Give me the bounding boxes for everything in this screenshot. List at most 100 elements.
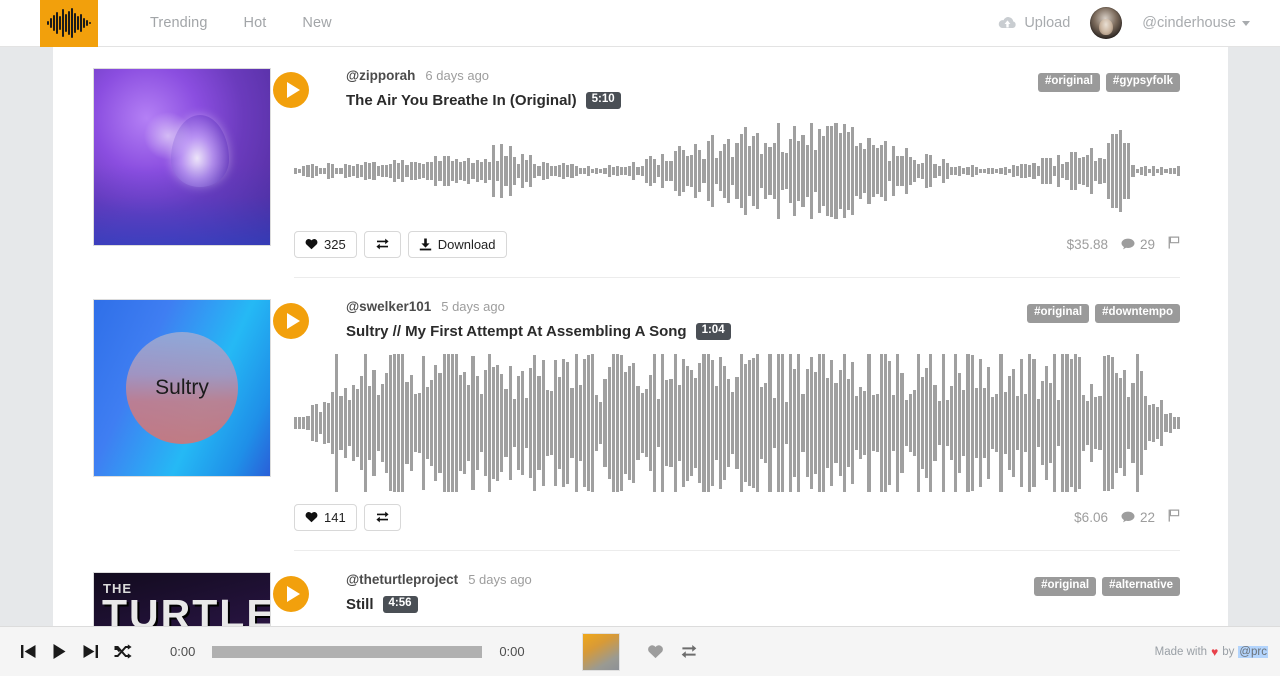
waveform-bar bbox=[409, 162, 413, 180]
waveform-bar bbox=[731, 156, 735, 186]
tag[interactable]: #alternative bbox=[1102, 577, 1180, 596]
waveform-bar bbox=[842, 123, 846, 219]
tag[interactable]: #gypsyfolk bbox=[1105, 73, 1180, 92]
flag-button[interactable] bbox=[1168, 236, 1180, 252]
waveform-bar bbox=[694, 377, 698, 469]
waveform-bar bbox=[566, 362, 570, 484]
repost-button[interactable] bbox=[363, 503, 401, 531]
waveform-bar bbox=[1102, 158, 1106, 184]
waveform-bar bbox=[747, 360, 751, 486]
track-title[interactable]: The Air You Breathe In (Original) bbox=[346, 92, 577, 109]
waveform-bar bbox=[454, 354, 458, 492]
track-artist[interactable]: @theturtleproject bbox=[346, 572, 458, 587]
nav-link-hot[interactable]: Hot bbox=[244, 15, 267, 31]
play-button[interactable] bbox=[273, 303, 309, 339]
track-feed: @zipporah 6 days ago The Air You Breathe… bbox=[53, 47, 1228, 626]
waveform-bar bbox=[636, 386, 640, 460]
waveform-bar bbox=[978, 168, 982, 174]
waveform-bar bbox=[822, 354, 826, 492]
waveform-bar bbox=[859, 386, 863, 460]
waveform-bar bbox=[615, 166, 619, 176]
flag-button[interactable] bbox=[1168, 509, 1180, 525]
avatar[interactable] bbox=[1090, 7, 1123, 39]
page-scroll-area[interactable]: @zipporah 6 days ago The Air You Breathe… bbox=[0, 47, 1280, 626]
play-button[interactable] bbox=[273, 72, 309, 108]
nav-link-trending[interactable]: Trending bbox=[150, 15, 208, 31]
waveform-bar bbox=[1069, 152, 1073, 190]
track-artist[interactable]: @zipporah bbox=[346, 68, 415, 83]
waveform-bar bbox=[339, 168, 343, 174]
previous-track-icon[interactable] bbox=[20, 644, 37, 659]
now-playing-thumbnail[interactable] bbox=[581, 632, 620, 671]
tag[interactable]: #original bbox=[1027, 304, 1090, 323]
waveform-bar bbox=[318, 412, 322, 434]
waveform-bar bbox=[327, 163, 331, 179]
nav-link-new[interactable]: New bbox=[302, 15, 331, 31]
credit-user-link[interactable]: @prc bbox=[1238, 645, 1268, 658]
track-title[interactable]: Still bbox=[346, 596, 374, 613]
play-button[interactable] bbox=[273, 576, 309, 612]
play-icon[interactable] bbox=[52, 643, 67, 660]
waveform-bar bbox=[801, 393, 805, 453]
heart-icon[interactable] bbox=[647, 644, 664, 659]
waveform-bar bbox=[1044, 365, 1048, 481]
waveform-bar bbox=[888, 361, 892, 485]
track-row: THE TURTLE PROJECT REMASTERED @theturtle… bbox=[53, 551, 1228, 626]
upload-button[interactable]: Upload bbox=[998, 15, 1070, 31]
waveform-bar bbox=[1061, 164, 1065, 178]
track-title[interactable]: Sultry // My First Attempt At Assembling… bbox=[346, 323, 687, 340]
artwork-wrapper: Sultry bbox=[93, 299, 273, 551]
cloud-upload-icon bbox=[999, 17, 1016, 28]
comment-stat[interactable]: 22 bbox=[1121, 510, 1155, 525]
user-menu[interactable]: @cinderhouse bbox=[1142, 15, 1250, 31]
repost-button[interactable] bbox=[363, 230, 401, 258]
like-button[interactable]: 325 bbox=[294, 230, 357, 258]
elapsed-time: 0:00 bbox=[170, 644, 196, 659]
like-button[interactable]: 141 bbox=[294, 503, 357, 531]
waveform-bar bbox=[442, 155, 446, 187]
tag[interactable]: #downtempo bbox=[1095, 304, 1180, 323]
waveform[interactable] bbox=[294, 354, 1180, 492]
tag[interactable]: #original bbox=[1034, 577, 1097, 596]
waveform-bar bbox=[776, 354, 780, 492]
waveform-bar bbox=[603, 167, 607, 175]
track-artwork[interactable]: THE TURTLE PROJECT REMASTERED bbox=[93, 572, 271, 626]
waveform-bar bbox=[549, 390, 553, 456]
waveform-bar bbox=[846, 379, 850, 467]
track-artwork[interactable] bbox=[93, 68, 271, 246]
shuffle-icon[interactable] bbox=[114, 644, 132, 659]
waveform-bar bbox=[657, 165, 661, 177]
waveform-bar bbox=[772, 398, 776, 448]
next-track-icon[interactable] bbox=[82, 644, 99, 659]
waveform-bar bbox=[454, 159, 458, 183]
waveform-bar bbox=[1032, 358, 1036, 488]
waveform-bar bbox=[652, 354, 656, 492]
tag[interactable]: #original bbox=[1037, 73, 1100, 92]
waveform-bar bbox=[1057, 399, 1061, 447]
waveform-logo[interactable] bbox=[40, 0, 98, 47]
waveform-bar bbox=[393, 159, 397, 183]
waveform-bar bbox=[805, 145, 809, 197]
waveform-bar bbox=[1152, 166, 1156, 176]
track-price: $35.88 bbox=[1066, 236, 1108, 252]
waveform-bar bbox=[1003, 391, 1007, 455]
waveform[interactable] bbox=[294, 123, 1180, 219]
waveform-bar bbox=[702, 159, 706, 183]
waveform-bar bbox=[1065, 354, 1069, 492]
seek-bar[interactable] bbox=[212, 645, 483, 658]
waveform-bar bbox=[929, 354, 933, 492]
waveform-bar bbox=[1147, 168, 1151, 174]
download-button[interactable]: Download bbox=[407, 230, 507, 258]
waveform-bar bbox=[830, 359, 834, 487]
remaining-time: 0:00 bbox=[499, 644, 525, 659]
track-artist[interactable]: @swelker101 bbox=[346, 299, 431, 314]
waveform-bar bbox=[867, 354, 871, 492]
comment-stat[interactable]: 29 bbox=[1121, 237, 1155, 252]
track-artwork[interactable]: Sultry bbox=[93, 299, 271, 477]
waveform-bar bbox=[388, 164, 392, 178]
waveform-bar bbox=[607, 164, 611, 178]
repost-icon[interactable] bbox=[680, 644, 698, 659]
waveform-bar bbox=[739, 133, 743, 209]
play-icon bbox=[286, 313, 300, 329]
waveform-bar bbox=[619, 167, 623, 175]
